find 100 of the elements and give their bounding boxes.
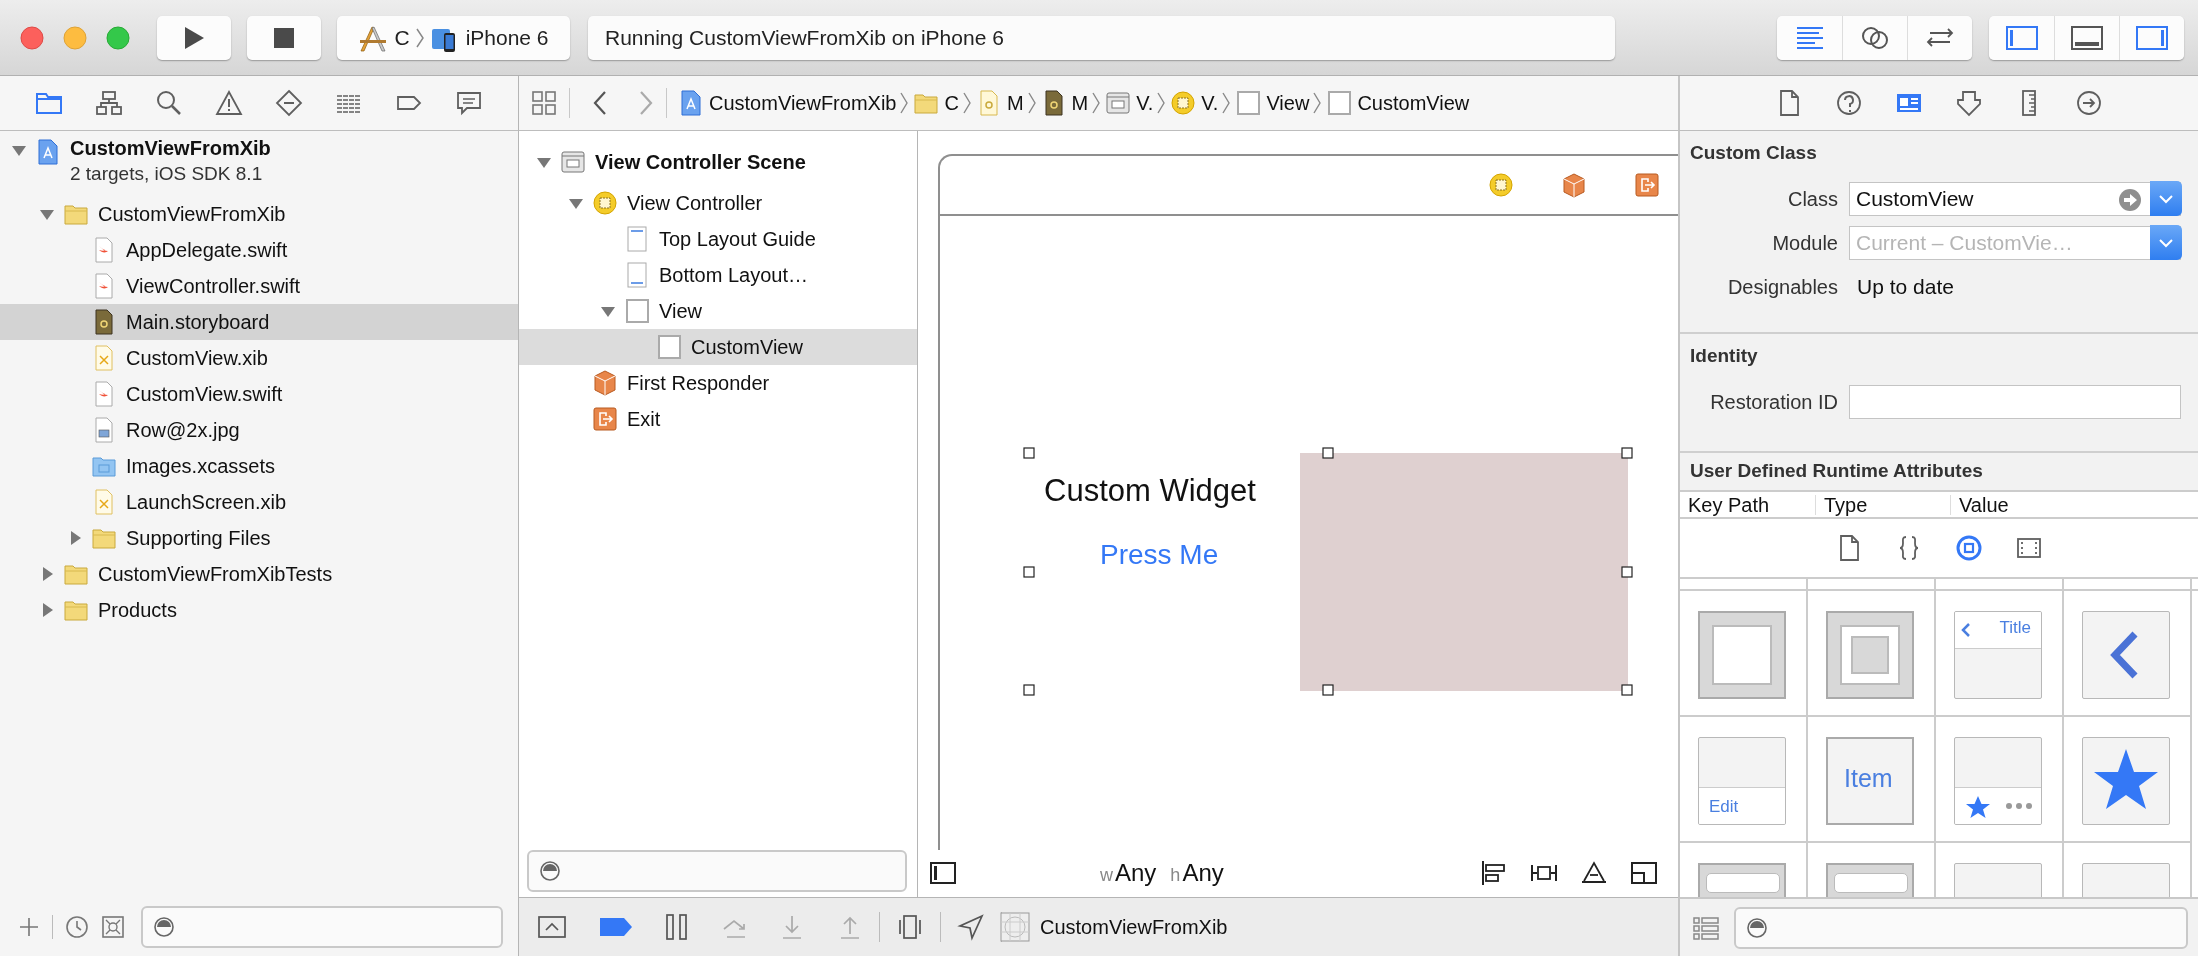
diamond-icon[interactable] xyxy=(275,89,303,117)
library-item[interactable]: Edit xyxy=(1698,737,1786,825)
widget-label: Custom Widget xyxy=(1044,473,1256,509)
outline-row[interactable]: View Controller xyxy=(519,185,917,221)
dropdown-button[interactable] xyxy=(2150,181,2182,216)
chevron-left-icon xyxy=(1961,622,1971,638)
path-item[interactable]: V. xyxy=(1106,90,1154,116)
library-item[interactable] xyxy=(1954,737,2042,825)
hierarchy-icon[interactable] xyxy=(95,89,123,117)
chevron-icon xyxy=(900,91,909,115)
filter-field[interactable] xyxy=(527,850,907,892)
cross-document-icon xyxy=(92,489,116,515)
library-item[interactable] xyxy=(2082,611,2170,699)
file-row[interactable]: Products xyxy=(0,592,518,628)
warning-icon[interactable] xyxy=(215,89,243,117)
chevron-icon xyxy=(415,26,424,49)
align-icon[interactable] xyxy=(1480,858,1508,887)
scheme-selector[interactable]: C iPhone 6 xyxy=(337,15,570,60)
path-item[interactable]: View xyxy=(1236,90,1310,116)
scene-grid-icon xyxy=(1000,912,1030,942)
outline-label: First Responder xyxy=(627,371,770,395)
run-button[interactable] xyxy=(157,15,231,60)
file-row[interactable]: CustomView.xib xyxy=(0,340,518,376)
path-item[interactable]: M xyxy=(1041,90,1089,116)
file-row[interactable]: Main.storyboard xyxy=(0,304,518,340)
crossed-box-icon[interactable] xyxy=(101,914,125,939)
utilities-panel-toggle[interactable] xyxy=(2119,15,2184,60)
view-icon xyxy=(625,298,649,324)
selection-handles[interactable] xyxy=(1023,447,1634,697)
path-item[interactable]: M xyxy=(976,90,1024,116)
exit-icon[interactable] xyxy=(1634,172,1660,198)
sidebar-toggle-icon[interactable] xyxy=(930,861,956,884)
file-row[interactable]: ViewController.swift xyxy=(0,268,518,304)
path-item[interactable]: CustomViewFromXib xyxy=(679,90,897,116)
path-item[interactable]: V. xyxy=(1171,90,1219,116)
file-row[interactable]: AppDelegate.swift xyxy=(0,232,518,268)
navigator-panel-toggle[interactable] xyxy=(1989,15,2054,60)
input-field[interactable] xyxy=(1849,385,2181,419)
question-circle-icon[interactable] xyxy=(1835,89,1863,117)
search-icon[interactable] xyxy=(155,89,183,117)
path-item[interactable]: C xyxy=(914,90,959,116)
hide-panel-icon[interactable] xyxy=(537,914,567,940)
file-row[interactable]: Supporting Files xyxy=(0,520,518,556)
file-row[interactable]: CustomViewFromXibTests xyxy=(0,556,518,592)
filter-field[interactable] xyxy=(1734,906,2188,949)
file-row[interactable]: CustomViewFromXib 2 targets, iOS SDK 8.1 xyxy=(0,131,518,196)
outline-row[interactable]: Exit xyxy=(519,401,917,437)
file-row[interactable]: CustomView.swift xyxy=(0,376,518,412)
arrow-circle-icon[interactable] xyxy=(2075,89,2103,117)
swift-document-icon xyxy=(92,237,116,263)
add-icon[interactable] xyxy=(18,915,40,938)
clock-icon[interactable] xyxy=(65,914,89,939)
stop-button[interactable] xyxy=(247,15,321,60)
speech-bubble-icon[interactable] xyxy=(455,89,483,117)
size-class-control[interactable]: wAny hAny xyxy=(1100,858,1224,887)
class-combo-box[interactable]: CustomView xyxy=(1849,182,2181,216)
outline-row[interactable]: Top Layout Guide xyxy=(519,221,917,257)
cube-icon[interactable] xyxy=(1561,172,1587,198)
version-editor-button[interactable] xyxy=(1907,15,1972,60)
library-item[interactable] xyxy=(2082,737,2170,825)
library-item[interactable]: Item xyxy=(1826,737,1914,825)
library-item[interactable] xyxy=(1826,611,1914,699)
file-row[interactable]: CustomViewFromXib xyxy=(0,196,518,232)
path-item[interactable]: CustomView xyxy=(1327,90,1470,116)
cross-document-icon xyxy=(92,345,116,371)
view-icon xyxy=(1327,90,1352,116)
chevron-down-icon xyxy=(2158,193,2174,204)
breakpoint-tag-icon[interactable] xyxy=(599,916,633,938)
chevron-icon xyxy=(1157,91,1166,115)
file-row[interactable]: LaunchScreen.xib xyxy=(0,484,518,520)
outline-row[interactable]: View xyxy=(519,293,917,329)
close-button[interactable] xyxy=(20,25,44,50)
item-caption: Edit xyxy=(1709,797,1739,817)
outline-row[interactable]: First Responder xyxy=(519,365,917,401)
pause-icon[interactable] xyxy=(665,913,689,941)
field-label: Module xyxy=(1771,231,1838,255)
dropdown-button[interactable] xyxy=(2150,225,2182,260)
file-name: AppDelegate.swift xyxy=(126,238,288,262)
file-row[interactable]: Row@2x.jpg xyxy=(0,412,518,448)
library-item[interactable]: Title xyxy=(1954,611,2042,699)
zoom-button[interactable] xyxy=(106,25,130,50)
outline-row[interactable]: Bottom Layout… xyxy=(519,257,917,293)
standard-editor-button[interactable] xyxy=(1777,15,1842,60)
file-row[interactable]: Images.xcassets xyxy=(0,448,518,484)
scene-icon xyxy=(561,149,585,175)
activity-display: Running CustomViewFromXib on iPhone 6 xyxy=(588,15,1615,60)
field-label: Restoration ID xyxy=(1709,390,1838,414)
location-arrow-icon[interactable] xyxy=(957,913,985,941)
outline-row[interactable]: CustomView xyxy=(519,329,917,365)
grid-icon[interactable] xyxy=(531,90,557,116)
filter-field[interactable] xyxy=(141,905,503,948)
list-view-icon[interactable] xyxy=(1692,914,1720,941)
view-debugger-icon[interactable] xyxy=(896,913,924,941)
outline-row[interactable]: View Controller Scene xyxy=(519,139,917,185)
debug-panel-toggle[interactable] xyxy=(2054,15,2119,60)
press-me-button[interactable]: Press Me xyxy=(1100,539,1219,571)
library-item[interactable] xyxy=(1698,611,1786,699)
assistant-editor-button[interactable] xyxy=(1842,15,1907,60)
controller-icon[interactable] xyxy=(1488,172,1514,198)
shield-icon[interactable] xyxy=(1955,89,1983,117)
